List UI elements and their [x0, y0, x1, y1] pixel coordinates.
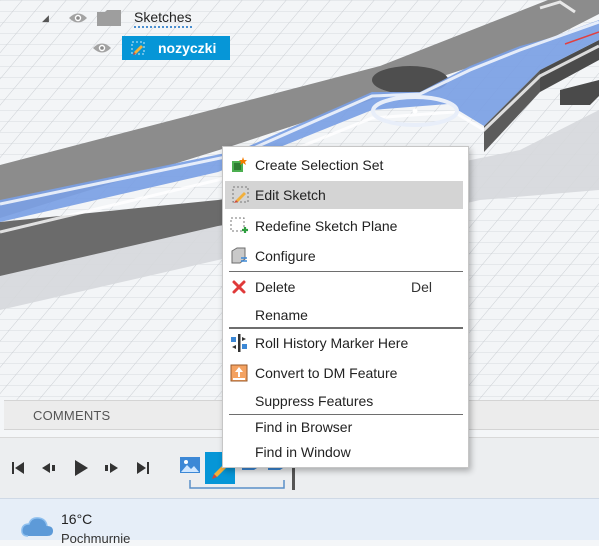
cloud-icon[interactable] [20, 514, 54, 538]
selection-set-icon [223, 151, 255, 179]
timeline-canvas-icon[interactable] [179, 454, 201, 476]
timeline-connector [189, 480, 285, 489]
browser-item-sketch[interactable]: nozyczki [92, 36, 231, 60]
delete-icon [223, 273, 255, 301]
configure-icon [223, 242, 255, 270]
step-back-icon[interactable] [38, 458, 58, 478]
context-menu: Create Selection Set Edit Sketch Redefin… [222, 146, 469, 468]
sketch-label: nozyczki [158, 40, 217, 56]
folder-icon [96, 9, 122, 27]
skip-to-end-icon[interactable] [133, 458, 153, 478]
play-icon[interactable] [71, 458, 91, 478]
redefine-plane-icon [223, 212, 255, 240]
sketch-center-point [412, 108, 418, 114]
collapse-triangle-icon[interactable]: ◢ [42, 13, 68, 24]
menu-item-convert-dm-feature[interactable]: Convert to DM Feature [223, 359, 468, 387]
convert-dm-icon [223, 359, 255, 387]
skip-to-start-icon[interactable] [8, 458, 28, 478]
roll-history-icon [223, 329, 255, 357]
menu-item-find-in-window[interactable]: Find in Window [223, 438, 468, 466]
step-forward-icon[interactable] [102, 458, 122, 478]
browser-folder-label: Sketches [134, 9, 192, 28]
selected-sketch-chip[interactable]: nozyczki [122, 36, 231, 60]
menu-item-edit-sketch[interactable]: Edit Sketch [225, 181, 463, 209]
menu-item-roll-history-marker[interactable]: Roll History Marker Here [223, 329, 468, 357]
taskbar: 16°C Pochmurnie [0, 498, 599, 546]
sketch-icon [126, 36, 150, 60]
menu-item-find-in-browser[interactable]: Find in Browser [223, 413, 468, 441]
visibility-eye-icon[interactable] [68, 11, 88, 25]
menu-item-create-selection-set[interactable]: Create Selection Set [223, 151, 468, 179]
weather-temperature[interactable]: 16°C [61, 511, 92, 527]
menu-item-delete[interactable]: Delete Del [223, 273, 468, 301]
visibility-eye-icon[interactable] [92, 41, 112, 55]
comments-label: COMMENTS [33, 408, 111, 423]
menu-item-rename[interactable]: Rename [223, 301, 468, 329]
edit-sketch-icon [225, 181, 257, 209]
menu-separator [229, 271, 463, 272]
menu-item-configure[interactable]: Configure [223, 242, 468, 270]
delete-shortcut: Del [411, 279, 433, 295]
menu-item-redefine-sketch-plane[interactable]: Redefine Sketch Plane [223, 212, 468, 240]
menu-item-suppress-features[interactable]: Suppress Features [223, 387, 468, 415]
browser-folder-sketches[interactable]: ◢ Sketches [42, 7, 192, 29]
